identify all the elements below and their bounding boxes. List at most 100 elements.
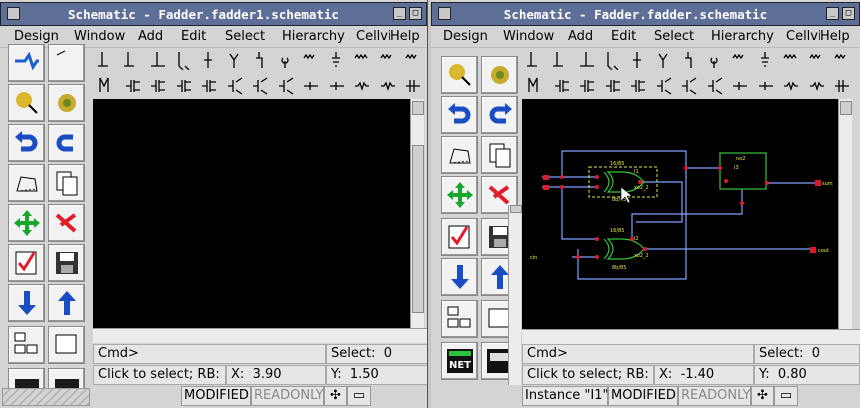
horizontal-scrollbar[interactable] bbox=[93, 328, 427, 343]
symbol-tool-11-icon[interactable] bbox=[353, 74, 375, 98]
symbol-tool-6-icon[interactable] bbox=[655, 48, 677, 72]
symbol-tool-12-icon[interactable] bbox=[379, 74, 401, 98]
symbol-tool-10-icon[interactable] bbox=[328, 48, 350, 72]
menu-add[interactable]: Add bbox=[138, 29, 163, 44]
symbol-tool-9-icon[interactable] bbox=[731, 48, 753, 72]
symbol-tool-12-icon[interactable] bbox=[379, 48, 401, 72]
undo-icon[interactable] bbox=[8, 124, 45, 162]
symbol-tool-8-icon[interactable] bbox=[706, 74, 728, 98]
symbol-tool-7-icon[interactable] bbox=[251, 74, 273, 98]
left-scrollbar[interactable] bbox=[508, 205, 522, 385]
symbol-tool-1-icon[interactable] bbox=[98, 48, 120, 72]
menu-edit[interactable]: Edit bbox=[181, 29, 206, 44]
symbol-tool-1-icon[interactable] bbox=[527, 48, 549, 72]
copy-icon[interactable] bbox=[481, 136, 518, 174]
window-menu-button[interactable] bbox=[438, 7, 451, 20]
stretch-icon[interactable] bbox=[441, 136, 478, 174]
move-icon[interactable] bbox=[441, 176, 478, 214]
menu-select[interactable]: Select bbox=[654, 29, 694, 44]
symbol-tool-5-icon[interactable] bbox=[629, 74, 651, 98]
stretch-icon[interactable] bbox=[8, 164, 45, 202]
symbol-tool-2-icon[interactable] bbox=[124, 74, 146, 98]
symbol-tool-1-icon[interactable] bbox=[98, 74, 120, 98]
symbol-tool-3-icon[interactable] bbox=[578, 48, 600, 72]
redo-icon[interactable] bbox=[48, 124, 85, 162]
symbol-tool-10-icon[interactable] bbox=[757, 74, 779, 98]
symbol-tool-11-icon[interactable] bbox=[353, 48, 375, 72]
ascend-icon[interactable] bbox=[48, 284, 85, 322]
symbol-tool-12-icon[interactable] bbox=[808, 48, 830, 72]
descend-icon[interactable] bbox=[8, 284, 45, 322]
window-toggle-icon[interactable]: ▭ bbox=[774, 386, 798, 406]
symbol-tool-7-icon[interactable] bbox=[251, 48, 273, 72]
menu-help[interactable]: Help bbox=[390, 29, 420, 44]
symbol-tool-5-icon[interactable] bbox=[200, 48, 222, 72]
symbol-tool-5-icon[interactable] bbox=[629, 48, 651, 72]
tool-note[interactable] bbox=[48, 44, 85, 82]
menu-design[interactable]: Design bbox=[14, 29, 59, 44]
symbol-tool-9-icon[interactable] bbox=[302, 48, 324, 72]
symbol-tool-13-icon[interactable] bbox=[833, 74, 855, 98]
symbol-tool-11-icon[interactable] bbox=[782, 48, 804, 72]
symbol-tool-8-icon[interactable] bbox=[277, 74, 299, 98]
command-input[interactable]: Cmd> bbox=[93, 344, 326, 364]
minimize-button[interactable]: _ bbox=[826, 7, 839, 20]
check-save-icon[interactable] bbox=[8, 244, 45, 282]
menu-window[interactable]: Window bbox=[503, 29, 554, 44]
netlist-icon[interactable]: NET bbox=[441, 342, 478, 380]
symbol-tool-10-icon[interactable] bbox=[328, 74, 350, 98]
menu-add[interactable]: Add bbox=[568, 29, 593, 44]
symbol-tool-6-icon[interactable] bbox=[655, 74, 677, 98]
symbol-tool-3-icon[interactable] bbox=[578, 74, 600, 98]
symbol-tool-6-icon[interactable] bbox=[226, 48, 248, 72]
symbol-tool-4-icon[interactable] bbox=[604, 48, 626, 72]
menu-design[interactable]: Design bbox=[443, 29, 488, 44]
tool-select-instance[interactable] bbox=[8, 84, 45, 122]
symbol-tool-9-icon[interactable] bbox=[731, 74, 753, 98]
symbol-tool-12-icon[interactable] bbox=[808, 74, 830, 98]
vertical-scrollbar[interactable] bbox=[410, 99, 424, 328]
symbol-tool-4-icon[interactable] bbox=[175, 74, 197, 98]
menu-hierarchy[interactable]: Hierarchy bbox=[711, 29, 774, 44]
symbol-tool-8-icon[interactable] bbox=[706, 48, 728, 72]
symbol-tool-1-icon[interactable] bbox=[527, 74, 549, 98]
symbol-tool-13-icon[interactable] bbox=[404, 48, 426, 72]
symbol-tool-2-icon[interactable] bbox=[552, 48, 575, 72]
menu-edit[interactable]: Edit bbox=[611, 29, 636, 44]
tool-instance[interactable] bbox=[48, 84, 85, 122]
window-menu-button[interactable] bbox=[7, 7, 20, 20]
maximize-button[interactable]: □ bbox=[409, 7, 422, 20]
symbol-tool-5-icon[interactable] bbox=[200, 74, 222, 98]
snap-icon[interactable]: ✣ bbox=[324, 386, 347, 406]
menu-select[interactable]: Select bbox=[225, 29, 265, 44]
title-bar[interactable]: Schematic - Fadder.fadder1.schematic _ □ bbox=[0, 2, 427, 26]
title-bar[interactable]: Schematic - Fadder.fadder.schematic _ □ bbox=[431, 2, 860, 26]
window-icon[interactable] bbox=[48, 326, 85, 364]
command-input[interactable]: Cmd> bbox=[522, 344, 754, 364]
symbol-tool-8-icon[interactable] bbox=[277, 48, 299, 72]
schematic-canvas[interactable] bbox=[93, 99, 410, 328]
window-toggle-icon[interactable]: ▭ bbox=[347, 386, 371, 406]
symbol-tool-6-icon[interactable] bbox=[226, 74, 248, 98]
symbol-tool-13-icon[interactable] bbox=[833, 48, 855, 72]
delete-icon[interactable] bbox=[48, 204, 85, 242]
menu-window[interactable]: Window bbox=[74, 29, 125, 44]
tool-instance[interactable] bbox=[481, 56, 518, 94]
symbol-tool-4-icon[interactable] bbox=[604, 74, 626, 98]
save-icon[interactable] bbox=[48, 244, 85, 282]
symbol-tool-11-icon[interactable] bbox=[782, 74, 804, 98]
menu-hierarchy[interactable]: Hierarchy bbox=[282, 29, 345, 44]
descend-icon[interactable] bbox=[441, 258, 478, 296]
symbol-tool-3-icon[interactable] bbox=[149, 48, 171, 72]
symbol-tool-10-icon[interactable] bbox=[757, 48, 779, 72]
symbol-tool-9-icon[interactable] bbox=[302, 74, 324, 98]
symbol-tool-7-icon[interactable] bbox=[680, 48, 702, 72]
tool-wire[interactable] bbox=[8, 44, 45, 82]
schematic-canvas[interactable]: 16/85 I1 xo2_2 8b/85 16/85 I2 xo2_2 8b/8… bbox=[522, 99, 838, 329]
hierarchy-icon[interactable] bbox=[441, 300, 478, 338]
symbol-tool-13-icon[interactable] bbox=[404, 74, 426, 98]
tool-select-instance[interactable] bbox=[441, 56, 478, 94]
symbol-tool-4-icon[interactable] bbox=[175, 48, 197, 72]
symbol-tool-2-icon[interactable] bbox=[553, 74, 575, 98]
hierarchy-icon[interactable] bbox=[8, 326, 45, 364]
